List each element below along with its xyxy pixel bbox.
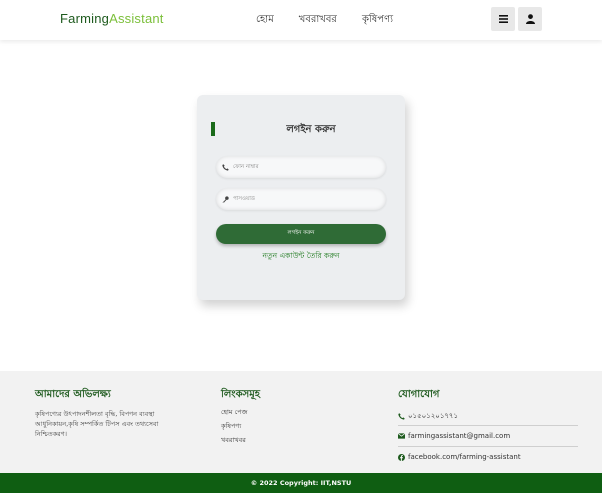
footer-links-title: লিংকসমূহ xyxy=(221,389,261,400)
footer-about-text: কৃষিপণ্যের উৎপাদনশীলতা বৃদ্ধি, বিপণন ব্য… xyxy=(35,410,159,438)
footer-link-home[interactable]: হোম পেজ xyxy=(221,407,247,418)
login-title: লগইন করুন xyxy=(286,124,336,135)
footer: আমাদের অভিলক্ষ্য কৃষিপণ্যের উৎপাদনশীলতা … xyxy=(0,371,602,473)
signup-link[interactable]: নতুন একাউন্ট তৈরি করুন xyxy=(197,251,405,263)
key-icon xyxy=(222,195,230,203)
nav-item-products[interactable]: কৃষিপণ্য xyxy=(362,12,393,29)
navbar: FarmingAssistant হোম খবরাখবর কৃষিপণ্য xyxy=(0,0,602,40)
user-button[interactable] xyxy=(518,7,542,31)
login-card: লগইন করুন লগইন করুন নতুন একাউন্ট তৈরি কর… xyxy=(197,95,405,300)
footer-divider xyxy=(398,425,578,426)
footer-link-news[interactable]: খবরাখবর xyxy=(221,435,246,446)
footer-phone: ০১৫০১২০১৭৭১ xyxy=(398,410,578,422)
footer-email[interactable]: farmingassistant@gmail.com xyxy=(398,432,578,440)
footer-divider xyxy=(398,446,578,447)
brand-part-assistant: Assistant xyxy=(109,11,164,26)
footer-facebook-text: facebook.com/farming-assistant xyxy=(408,453,521,461)
footer-facebook[interactable]: facebook.com/farming-assistant xyxy=(398,453,578,461)
nav-links: হোম খবরাখবর কৃষিপণ্য xyxy=(256,12,393,29)
envelope-icon xyxy=(398,433,405,439)
phone-input[interactable] xyxy=(233,164,373,170)
phone-field[interactable] xyxy=(216,156,386,178)
footer-phone-text: ০১৫০১২০১৭৭১ xyxy=(408,412,459,420)
nav-item-news[interactable]: খবরাখবর xyxy=(299,12,337,29)
phone-icon xyxy=(398,412,405,420)
login-button[interactable]: লগইন করুন xyxy=(216,224,386,244)
brand-part-farming: Farming xyxy=(60,11,110,26)
phone-icon xyxy=(222,163,230,171)
password-input[interactable] xyxy=(233,196,373,202)
user-icon xyxy=(525,14,535,24)
menu-button[interactable] xyxy=(491,7,515,31)
brand-logo[interactable]: FarmingAssistant xyxy=(60,11,164,26)
nav-item-home[interactable]: হোম xyxy=(256,12,274,29)
footer-contact-title: যোগাযোগ xyxy=(398,389,440,400)
bars-icon xyxy=(498,15,508,23)
password-field[interactable] xyxy=(216,188,386,210)
footer-about-title: আমাদের অভিলক্ষ্য xyxy=(35,389,111,400)
footer-link-products[interactable]: কৃষিপণ্য xyxy=(221,421,241,432)
facebook-icon xyxy=(398,453,405,461)
footer-email-text: farmingassistant@gmail.com xyxy=(408,432,511,440)
copyright-bar: © 2022 Copyright: IIT,NSTU xyxy=(0,473,602,493)
